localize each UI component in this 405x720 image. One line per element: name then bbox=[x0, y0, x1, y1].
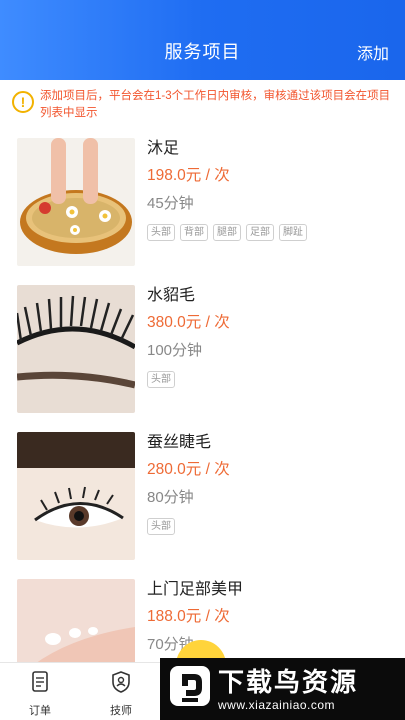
tag: 头部 bbox=[147, 518, 175, 535]
review-notice: ! 添加项目后，平台会在1-3个工作日内审核，审核通过该项目会在项目列表中显示 bbox=[0, 80, 405, 124]
service-price: 198.0元 / 次 bbox=[147, 167, 230, 184]
service-thumbnail bbox=[17, 285, 135, 413]
app-header: 服务项目 添加 bbox=[0, 0, 405, 80]
service-name: 水貂毛 bbox=[147, 287, 196, 304]
tag: 头部 bbox=[147, 224, 175, 241]
service-duration: 80分钟 bbox=[147, 489, 194, 506]
tag-list: 头部 bbox=[147, 371, 395, 388]
service-item[interactable]: 水貂毛 380.0元 / 次 100分钟 头部 bbox=[0, 275, 405, 422]
tag: 头部 bbox=[147, 371, 175, 388]
service-price: 188.0元 / 次 bbox=[147, 608, 230, 625]
service-item[interactable]: 蚕丝睫毛 280.0元 / 次 80分钟 头部 bbox=[0, 422, 405, 569]
tab-technician-label: 技师 bbox=[110, 705, 132, 717]
add-button[interactable]: 添加 bbox=[357, 40, 389, 64]
tag: 脚趾 bbox=[279, 224, 307, 241]
tag: 足部 bbox=[246, 224, 274, 241]
service-name: 上门足部美甲 bbox=[147, 581, 244, 598]
tag-list: 头部 背部 腿部 足部 脚趾 bbox=[147, 224, 395, 241]
tab-technician[interactable]: 技师 bbox=[96, 671, 146, 718]
notice-text: 添加项目后，平台会在1-3个工作日内审核，审核通过该项目会在项目列表中显示 bbox=[40, 90, 391, 119]
service-thumbnail bbox=[17, 138, 135, 266]
tab-orders[interactable]: 订单 bbox=[15, 671, 65, 718]
service-name: 沐足 bbox=[147, 140, 180, 157]
service-price: 380.0元 / 次 bbox=[147, 314, 230, 331]
tab-orders-label: 订单 bbox=[29, 705, 51, 717]
watermark: 下载鸟资源 www.xiazainiao.com bbox=[160, 658, 405, 720]
tag-list: 头部 bbox=[147, 518, 395, 535]
service-thumbnail bbox=[17, 432, 135, 560]
service-duration: 100分钟 bbox=[147, 342, 203, 359]
exclamation-icon: ! bbox=[12, 91, 34, 113]
service-item[interactable]: 沐足 198.0元 / 次 45分钟 头部 背部 腿部 足部 脚趾 bbox=[0, 128, 405, 275]
service-price: 280.0元 / 次 bbox=[147, 461, 230, 478]
watermark-title: 下载鸟资源 bbox=[218, 667, 359, 697]
service-list: 沐足 198.0元 / 次 45分钟 头部 背部 腿部 足部 脚趾 水貂毛 38… bbox=[0, 128, 405, 716]
page-title: 服务项目 bbox=[164, 42, 241, 62]
tag: 背部 bbox=[180, 224, 208, 241]
service-name: 蚕丝睫毛 bbox=[147, 434, 212, 451]
document-icon bbox=[32, 671, 48, 692]
tag: 腿部 bbox=[213, 224, 241, 241]
service-duration: 45分钟 bbox=[147, 195, 194, 212]
watermark-logo-icon bbox=[170, 666, 210, 706]
shield-user-icon bbox=[112, 671, 130, 693]
watermark-url: www.xiazainiao.com bbox=[218, 698, 336, 712]
